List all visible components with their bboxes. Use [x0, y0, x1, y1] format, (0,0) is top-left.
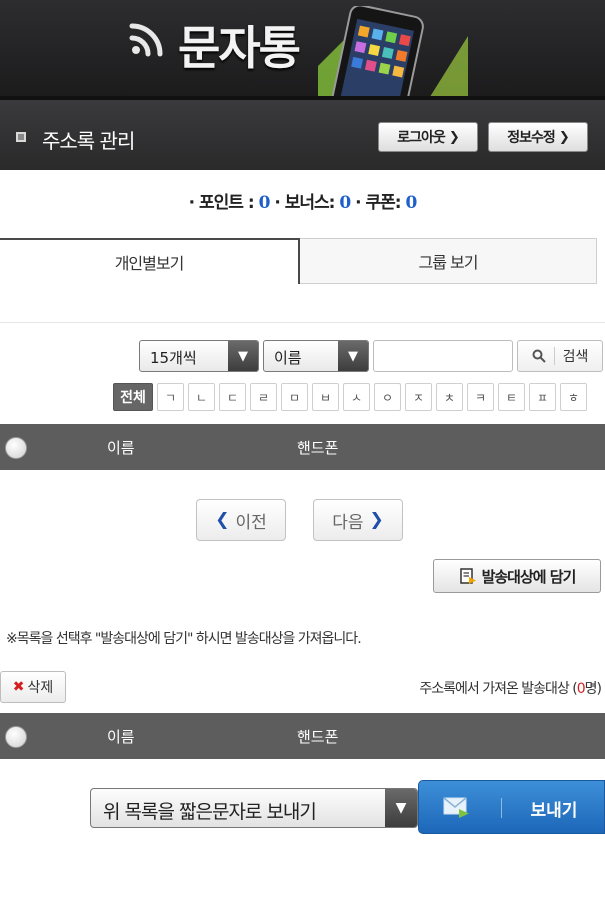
title-bullet-icon	[16, 132, 26, 142]
app-logo-text: 문자통	[178, 21, 301, 75]
chevron-right-icon: ❯	[369, 510, 384, 530]
magnifier-icon	[532, 349, 546, 363]
instruction-note: ※목록을 선택후 "발송대상에 담기" 하시면 발송대상을 가져옵니다.	[6, 631, 362, 647]
page-title: 주소록 관리	[42, 129, 135, 153]
edit-profile-label: 정보수정	[507, 130, 556, 146]
chevron-left-icon: ❮	[215, 510, 230, 530]
initial-digeut[interactable]: ㄷ	[219, 383, 246, 411]
delete-x-icon: ✖	[12, 679, 25, 695]
logout-button[interactable]: 로그아웃 ❯	[378, 122, 478, 152]
initial-filter: 전체 ㄱ ㄴ ㄷ ㄹ ㅁ ㅂ ㅅ ㅇ ㅈ ㅊ ㅋ ㅌ ㅍ ㅎ	[113, 383, 587, 411]
next-page-button[interactable]: 다음 ❯	[313, 499, 403, 541]
initial-rieul[interactable]: ㄹ	[250, 383, 277, 411]
select-all-targets-checkbox[interactable]	[5, 726, 27, 748]
delete-button[interactable]: ✖ 삭제	[0, 671, 66, 703]
initial-kieuk[interactable]: ㅋ	[467, 383, 494, 411]
smartphone-icon	[318, 6, 468, 100]
add-to-targets-button[interactable]: 발송대상에 담기	[433, 559, 601, 593]
search-input[interactable]	[373, 340, 513, 372]
initial-bieup[interactable]: ㅂ	[312, 383, 339, 411]
contact-list-header: 이름 핸드폰	[0, 424, 605, 470]
coupon-value: 0	[405, 193, 418, 213]
column-name: 이름	[107, 728, 135, 746]
divider	[0, 322, 605, 323]
bonus-value: 0	[339, 193, 351, 213]
page-size-select[interactable]: 15개씩 ▼	[139, 340, 259, 372]
dropdown-arrow-icon: ▼	[338, 341, 368, 371]
initial-pieup[interactable]: ㅍ	[529, 383, 556, 411]
add-document-icon	[459, 568, 476, 584]
column-name: 이름	[107, 439, 135, 457]
search-button[interactable]: 검색	[517, 340, 603, 372]
mail-icon	[443, 797, 469, 818]
point-value: 0	[258, 193, 271, 213]
target-count: 0	[576, 681, 586, 697]
chevron-right-icon: ❯	[558, 129, 570, 145]
search-label: 검색	[562, 349, 589, 365]
initial-siot[interactable]: ㅅ	[343, 383, 370, 411]
column-phone: 핸드폰	[297, 439, 339, 457]
initial-ieung[interactable]: ㅇ	[374, 383, 401, 411]
initial-mieum[interactable]: ㅁ	[281, 383, 308, 411]
edit-profile-button[interactable]: 정보수정 ❯	[488, 122, 588, 152]
initial-tieut[interactable]: ㅌ	[498, 383, 525, 411]
tab-individual[interactable]: 개인별보기	[0, 238, 300, 284]
points-summary: · 포인트 : 0 · 보너스: 0 · 쿠폰: 0	[188, 193, 418, 213]
dropdown-arrow-icon: ▼	[228, 341, 258, 371]
logout-label: 로그아웃	[397, 130, 446, 146]
initial-hieut[interactable]: ㅎ	[560, 383, 587, 411]
send-button[interactable]: 보내기	[418, 780, 605, 834]
initial-all[interactable]: 전체	[113, 383, 153, 411]
prev-page-button[interactable]: ❮ 이전	[196, 499, 286, 541]
search-field-select[interactable]: 이름 ▼	[263, 340, 369, 372]
target-count-label: 주소록에서 가져온 발송대상 (0명)	[419, 681, 602, 697]
column-phone: 핸드폰	[297, 728, 339, 746]
select-all-checkbox[interactable]	[5, 437, 27, 459]
target-list-header: 이름 핸드폰	[0, 713, 605, 759]
initial-nieun[interactable]: ㄴ	[188, 383, 215, 411]
dropdown-arrow-icon: ▼	[385, 789, 417, 827]
initial-giyeok[interactable]: ㄱ	[157, 383, 184, 411]
app-banner: 문자통	[0, 0, 605, 100]
tab-group[interactable]: 그룹 보기	[300, 238, 597, 284]
signal-icon	[129, 23, 163, 57]
initial-jieut[interactable]: ㅈ	[405, 383, 432, 411]
message-type-select[interactable]: 위 목록을 짧은문자로 보내기 ▼	[90, 788, 418, 828]
initial-chieut[interactable]: ㅊ	[436, 383, 463, 411]
chevron-right-icon: ❯	[448, 129, 460, 145]
